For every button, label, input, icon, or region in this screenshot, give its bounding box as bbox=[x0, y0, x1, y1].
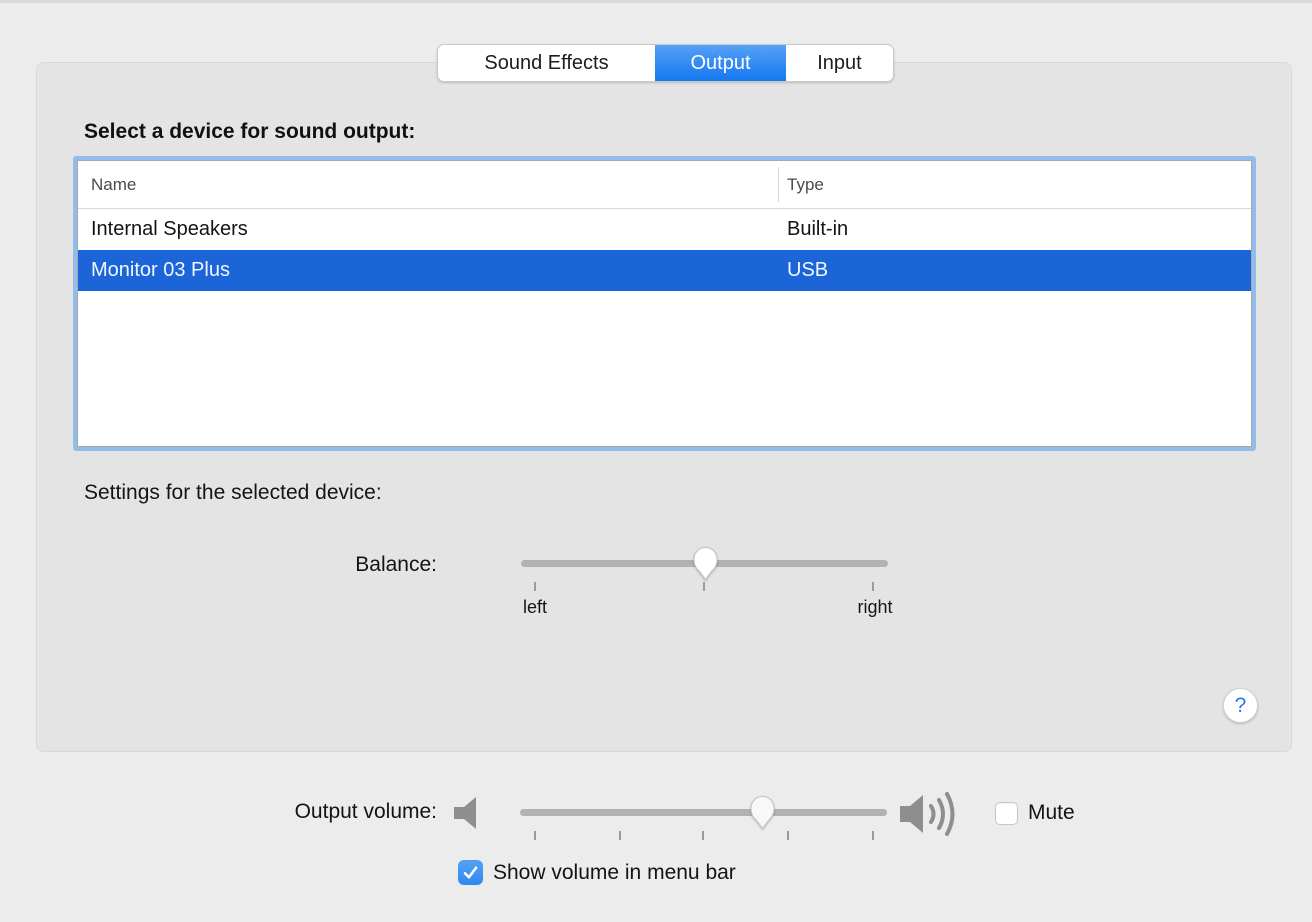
balance-right-label: right bbox=[857, 597, 892, 618]
sound-tab-bar: Sound Effects Output Input bbox=[437, 44, 894, 82]
show-volume-checkbox[interactable] bbox=[458, 860, 483, 885]
device-type-cell: USB bbox=[778, 259, 828, 282]
tab-sound-effects[interactable]: Sound Effects bbox=[438, 45, 655, 81]
balance-label: Balance: bbox=[237, 553, 437, 577]
show-volume-label: Show volume in menu bar bbox=[493, 861, 736, 885]
balance-left-label: left bbox=[523, 597, 547, 618]
output-volume-label: Output volume: bbox=[237, 800, 437, 824]
output-volume-slider[interactable] bbox=[520, 798, 887, 858]
device-table-header: Name Type bbox=[78, 161, 1251, 209]
speaker-loud-icon bbox=[898, 788, 974, 845]
volume-tick-1 bbox=[534, 831, 536, 840]
volume-tick-4 bbox=[787, 831, 789, 840]
mute-checkbox[interactable] bbox=[995, 802, 1018, 825]
device-name-cell: Monitor 03 Plus bbox=[78, 259, 778, 282]
volume-tick-5 bbox=[872, 831, 874, 840]
balance-tick-right bbox=[872, 582, 874, 591]
volume-tick-2 bbox=[619, 831, 621, 840]
balance-slider[interactable]: left right bbox=[521, 549, 888, 609]
settings-section-heading: Settings for the selected device: bbox=[84, 481, 382, 505]
tab-input[interactable]: Input bbox=[786, 45, 893, 81]
device-table: Name Type Internal Speakers Built-in Mon… bbox=[77, 160, 1252, 447]
checkmark-icon bbox=[461, 863, 480, 882]
device-list-heading: Select a device for sound output: bbox=[84, 120, 415, 144]
help-button[interactable]: ? bbox=[1223, 688, 1258, 723]
balance-slider-thumb[interactable] bbox=[692, 545, 719, 582]
device-type-cell: Built-in bbox=[778, 218, 848, 241]
volume-tick-3 bbox=[702, 831, 704, 840]
device-table-focus-ring: Name Type Internal Speakers Built-in Mon… bbox=[73, 156, 1256, 451]
tab-output[interactable]: Output bbox=[655, 45, 786, 81]
table-row-monitor-03-plus[interactable]: Monitor 03 Plus USB bbox=[78, 250, 1251, 291]
output-volume-track[interactable] bbox=[520, 809, 887, 816]
table-row-internal-speakers[interactable]: Internal Speakers Built-in bbox=[78, 209, 1251, 250]
output-volume-thumb[interactable] bbox=[749, 794, 776, 831]
window-top-edge bbox=[0, 0, 1312, 3]
balance-tick-left bbox=[534, 582, 536, 591]
column-divider[interactable] bbox=[778, 167, 779, 202]
device-name-cell: Internal Speakers bbox=[78, 218, 778, 241]
mute-label: Mute bbox=[1028, 801, 1075, 825]
balance-tick-center bbox=[703, 582, 705, 591]
speaker-quiet-icon bbox=[452, 795, 486, 836]
column-header-name[interactable]: Name bbox=[78, 175, 778, 195]
column-header-type[interactable]: Type bbox=[778, 175, 824, 195]
